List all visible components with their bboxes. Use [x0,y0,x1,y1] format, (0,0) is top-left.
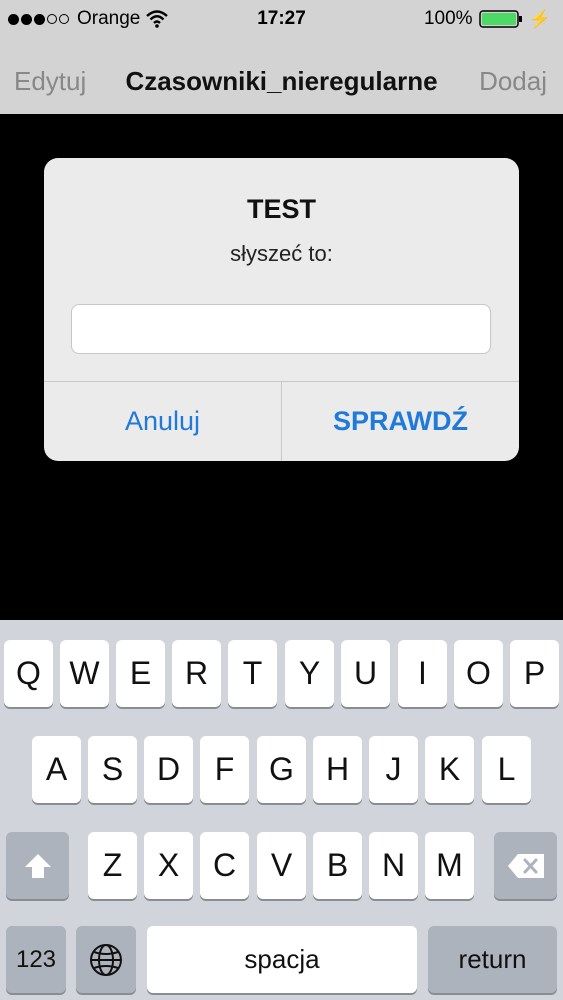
space-key[interactable]: spacja [147,926,417,993]
alert-message: słyszeć to: [230,241,333,266]
key-i[interactable]: I [398,640,447,707]
key-z[interactable]: Z [88,832,137,899]
key-g[interactable]: G [257,736,306,803]
globe-key[interactable] [76,926,136,993]
key-o[interactable]: O [454,640,503,707]
key-c[interactable]: C [200,832,249,899]
key-k[interactable]: K [425,736,474,803]
globe-icon [90,943,122,976]
key-f[interactable]: F [200,736,249,803]
key-p[interactable]: P [510,640,559,707]
numbers-key[interactable]: 123 [6,926,66,993]
backspace-key[interactable] [494,832,557,899]
add-button[interactable]: Dodaj [479,66,547,97]
navigation-bar: Edytuj Czasowniki_nieregularne Dodaj [0,38,563,115]
status-right: 100% ⚡ [424,8,551,30]
backspace-icon [507,853,544,878]
cancel-button[interactable]: Anuluj [44,382,281,461]
key-j[interactable]: J [369,736,418,803]
shift-key[interactable] [6,832,69,899]
answer-input[interactable] [71,304,491,354]
key-r[interactable]: R [172,640,221,707]
charging-bolt-icon: ⚡ [528,8,551,29]
status-bar: Orange 17:27 100% ⚡ [0,0,563,38]
return-key[interactable]: return [428,926,557,993]
alert-title: TEST [246,194,316,224]
key-l[interactable]: L [482,736,531,803]
key-u[interactable]: U [341,640,390,707]
key-a[interactable]: A [32,736,81,803]
key-m[interactable]: M [425,832,474,899]
key-h[interactable]: H [313,736,362,803]
check-button[interactable]: SPRAWDŹ [282,382,519,461]
key-e[interactable]: E [116,640,165,707]
key-y[interactable]: Y [285,640,334,707]
key-v[interactable]: V [257,832,306,899]
key-b[interactable]: B [313,832,362,899]
key-t[interactable]: T [228,640,277,707]
key-s[interactable]: S [88,736,137,803]
key-n[interactable]: N [369,832,418,899]
battery-icon [478,9,523,29]
keyboard: Q W E R T Y U I O P A S D F G H J K L Z … [0,620,563,1000]
key-d[interactable]: D [144,736,193,803]
shift-arrow-icon [24,853,51,878]
key-w[interactable]: W [60,640,109,707]
key-q[interactable]: Q [4,640,53,707]
key-x[interactable]: X [144,832,193,899]
battery-percent: 100% [423,8,473,29]
alert-dialog: TEST słyszeć to: Anuluj SPRAWDŹ [44,158,519,461]
